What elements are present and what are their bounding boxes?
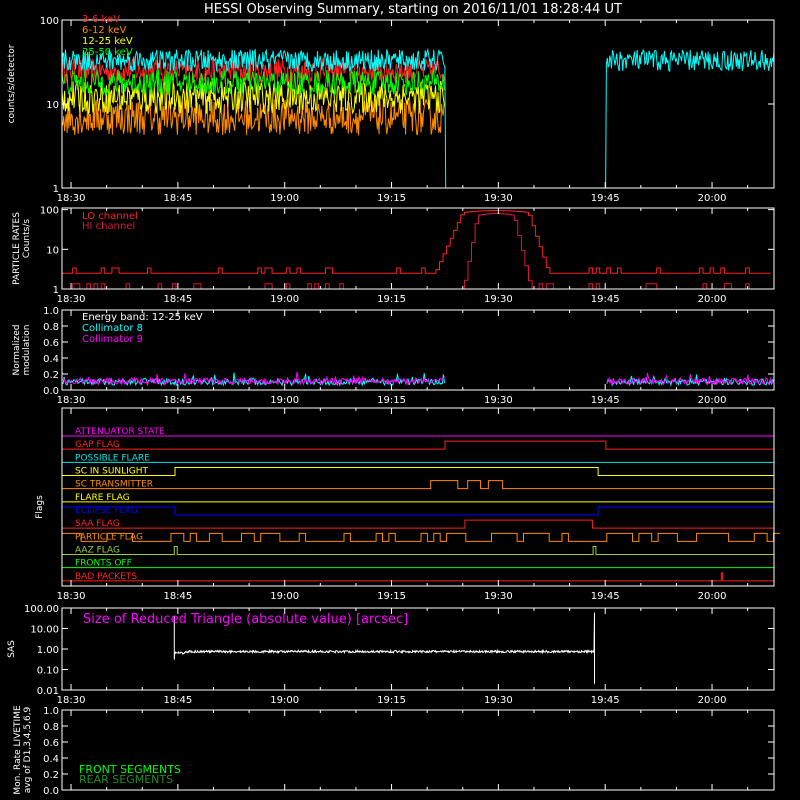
time-tick-label: 19:30 [484, 193, 513, 204]
time-tick-label: 18:30 [57, 591, 86, 602]
time-tick-label: 19:45 [591, 695, 620, 706]
time-tick-label: 18:30 [57, 193, 86, 204]
legend-entry: 3-6 keV [82, 14, 120, 25]
y-tick-label: 10 [46, 245, 59, 256]
flag-label: GAP FLAG [75, 440, 120, 450]
y-tick-label: 0.4 [43, 354, 59, 365]
time-tick-label: 19:00 [270, 591, 299, 602]
y-tick-label: 1.00 [37, 645, 59, 656]
time-tick-label: 20:00 [698, 294, 727, 305]
flag-label: AAZ FLAG [75, 546, 120, 556]
y-tick-label: 0.10 [37, 666, 59, 677]
time-tick-label: 18:45 [163, 294, 192, 305]
time-tick-label: 19:45 [591, 591, 620, 602]
time-tick-label: 18:30 [57, 395, 86, 406]
time-tick-label: 19:30 [484, 294, 513, 305]
y-tick-label: 0.01 [37, 686, 59, 697]
time-tick-label: 19:15 [377, 695, 406, 706]
time-tick-label: 19:15 [377, 193, 406, 204]
count-rate-ylabel: counts/s/detector [7, 44, 17, 123]
time-tick-label: 18:45 [163, 193, 192, 204]
y-tick-label: 0.6 [43, 338, 59, 349]
livetime-ylabel: Mon. Rate LIVETIME [13, 705, 23, 795]
sas-ylabel: SAS [7, 640, 17, 658]
time-tick-label: 19:00 [270, 395, 299, 406]
y-tick-label: 0.2 [43, 770, 59, 781]
legend-entry: Collimator 8 [82, 323, 143, 334]
flag-label: BAD PACKETS [75, 572, 137, 582]
flag-label: SAA FLAG [75, 519, 120, 529]
time-tick-label: 19:15 [377, 294, 406, 305]
time-tick-label: 20:00 [698, 395, 727, 406]
time-tick-label: 18:45 [163, 695, 192, 706]
hessi-summary-figure: HESSI Observing Summary, starting on 201… [0, 0, 800, 800]
time-tick-label: 20:00 [698, 695, 727, 706]
y-tick-label: 0.0 [43, 386, 59, 397]
y-tick-label: 0.8 [43, 722, 59, 733]
y-tick-label: 0.6 [43, 738, 59, 749]
time-tick-label: 18:45 [163, 395, 192, 406]
time-tick-label: 19:00 [270, 294, 299, 305]
flag-label: SC IN SUNLIGHT [75, 467, 149, 477]
time-tick-label: 19:15 [377, 395, 406, 406]
time-tick-label: 18:30 [57, 294, 86, 305]
flag-label: POSSIBLE FLARE [75, 453, 150, 463]
particle-rate-ylabel: PARTICLE RATES [12, 212, 22, 285]
y-tick-label: 10.00 [30, 625, 59, 636]
flags-ylabel: Flags [35, 495, 45, 519]
flag-label: PARTICLE FLAG [75, 532, 143, 542]
sas-annotation: Size of Reduced Triangle (absolute value… [83, 612, 408, 627]
y-tick-label: 0.8 [43, 322, 59, 333]
flag-label: FRONTS OFF [75, 559, 132, 569]
y-tick-label: 0.4 [43, 754, 59, 765]
legend-entry: Collimator 9 [82, 334, 143, 345]
time-tick-label: 19:30 [484, 395, 513, 406]
flag-label: ECLIPSE FLAG [75, 506, 138, 516]
y-tick-label: 1 [53, 285, 59, 296]
particle-rate-ylabel-2: Counts/s [22, 219, 32, 258]
time-tick-label: 19:30 [484, 695, 513, 706]
time-tick-label: 19:15 [377, 591, 406, 602]
legend-entry: HI channel [82, 221, 135, 232]
legend-entry: 25-50 keV [82, 47, 133, 58]
legend-entry: REAR SEGMENTS [79, 773, 173, 786]
flag-label: SC TRANSMITTER [75, 480, 153, 490]
time-tick-label: 19:00 [270, 193, 299, 204]
legend-entry: 6-12 keV [82, 25, 126, 36]
y-tick-label: 100.00 [24, 604, 59, 615]
flag-label: ATTENUATOR STATE [75, 427, 165, 437]
y-tick-label: 1.0 [43, 706, 59, 717]
time-tick-label: 18:30 [57, 695, 86, 706]
y-tick-label: 10 [46, 100, 59, 111]
time-tick-label: 19:45 [591, 294, 620, 305]
modulation-legend-title: Energy band: 12-25 keV [82, 312, 203, 323]
time-tick-label: 20:00 [698, 193, 727, 204]
time-tick-label: 19:00 [270, 695, 299, 706]
figure-title: HESSI Observing Summary, starting on 201… [204, 2, 622, 17]
flag-label: FLARE FLAG [75, 493, 130, 503]
y-tick-label: 1.0 [43, 306, 59, 317]
modulation-ylabel-2: modulation [22, 325, 32, 376]
y-tick-label: 100 [40, 206, 59, 217]
time-tick-label: 18:45 [163, 591, 192, 602]
y-tick-label: 1 [53, 184, 59, 195]
livetime-ylabel-2: avg of D1,3,4,5,6,9 [23, 706, 33, 793]
time-tick-label: 19:45 [591, 395, 620, 406]
time-tick-label: 19:45 [591, 193, 620, 204]
legend-entry: 12-25 keV [82, 36, 133, 47]
y-tick-label: 100 [40, 16, 59, 27]
modulation-ylabel: Normalized [12, 324, 22, 375]
time-tick-label: 19:30 [484, 591, 513, 602]
time-tick-label: 20:00 [698, 591, 727, 602]
y-tick-label: 0.2 [43, 370, 59, 381]
y-tick-label: 0.0 [43, 786, 59, 797]
